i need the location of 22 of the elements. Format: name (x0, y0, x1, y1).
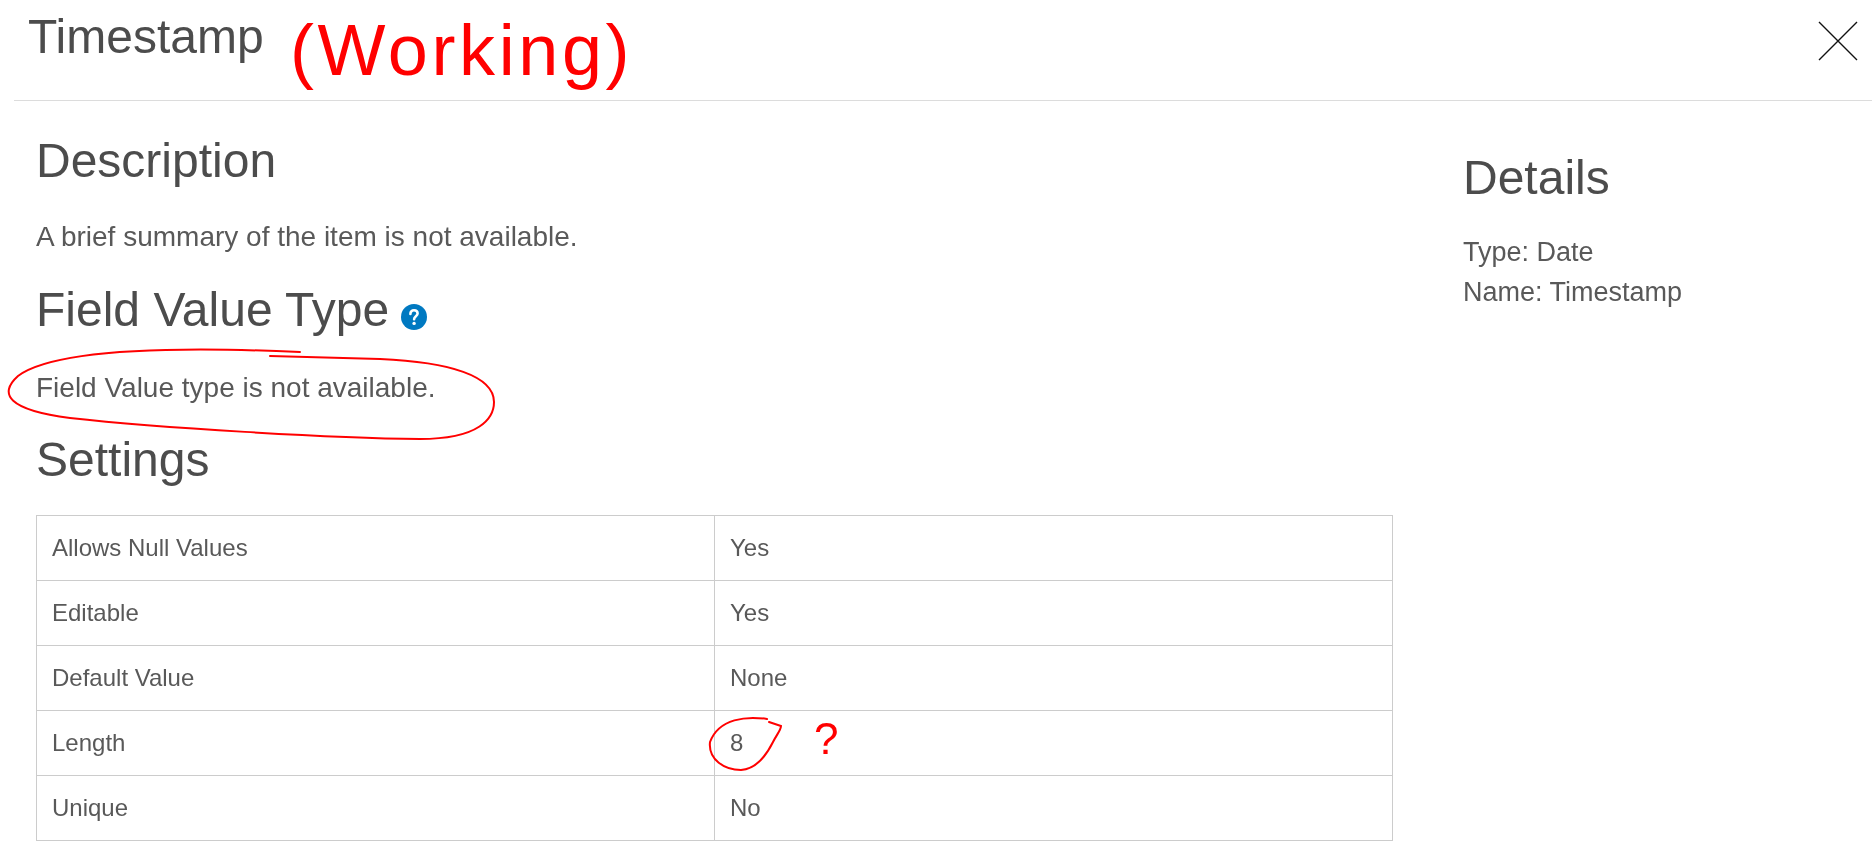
section-heading: Description (36, 133, 278, 189)
table-cell: Unique (37, 776, 715, 841)
section-heading: Field Value Type (36, 282, 390, 338)
detail-text: Name: Timestamp (1463, 276, 1683, 309)
close-icon (1818, 21, 1858, 61)
table-cell: No (715, 776, 1393, 841)
table-cell: Yes (715, 516, 1393, 581)
window-title: Timestamp (28, 13, 264, 61)
table-cell: Default Value (37, 646, 715, 711)
table-cell: Yes (715, 581, 1393, 646)
field-value-type-text: Field Value type is not available. (36, 371, 436, 405)
description-text: A brief summary of the item is not available. (36, 220, 579, 254)
close-button[interactable] (1818, 21, 1858, 61)
table-cell: Allows Null Values (37, 516, 715, 581)
table-cell: None (715, 646, 1393, 711)
table-cell: Length (37, 711, 715, 776)
handwritten-note: ? (814, 717, 839, 761)
detail-text: Type: Date (1463, 236, 1595, 269)
help-icon[interactable] (401, 304, 428, 330)
section-heading: Settings (36, 432, 211, 488)
section-heading: Details (1463, 150, 1611, 206)
table-cell: Editable (37, 581, 715, 646)
